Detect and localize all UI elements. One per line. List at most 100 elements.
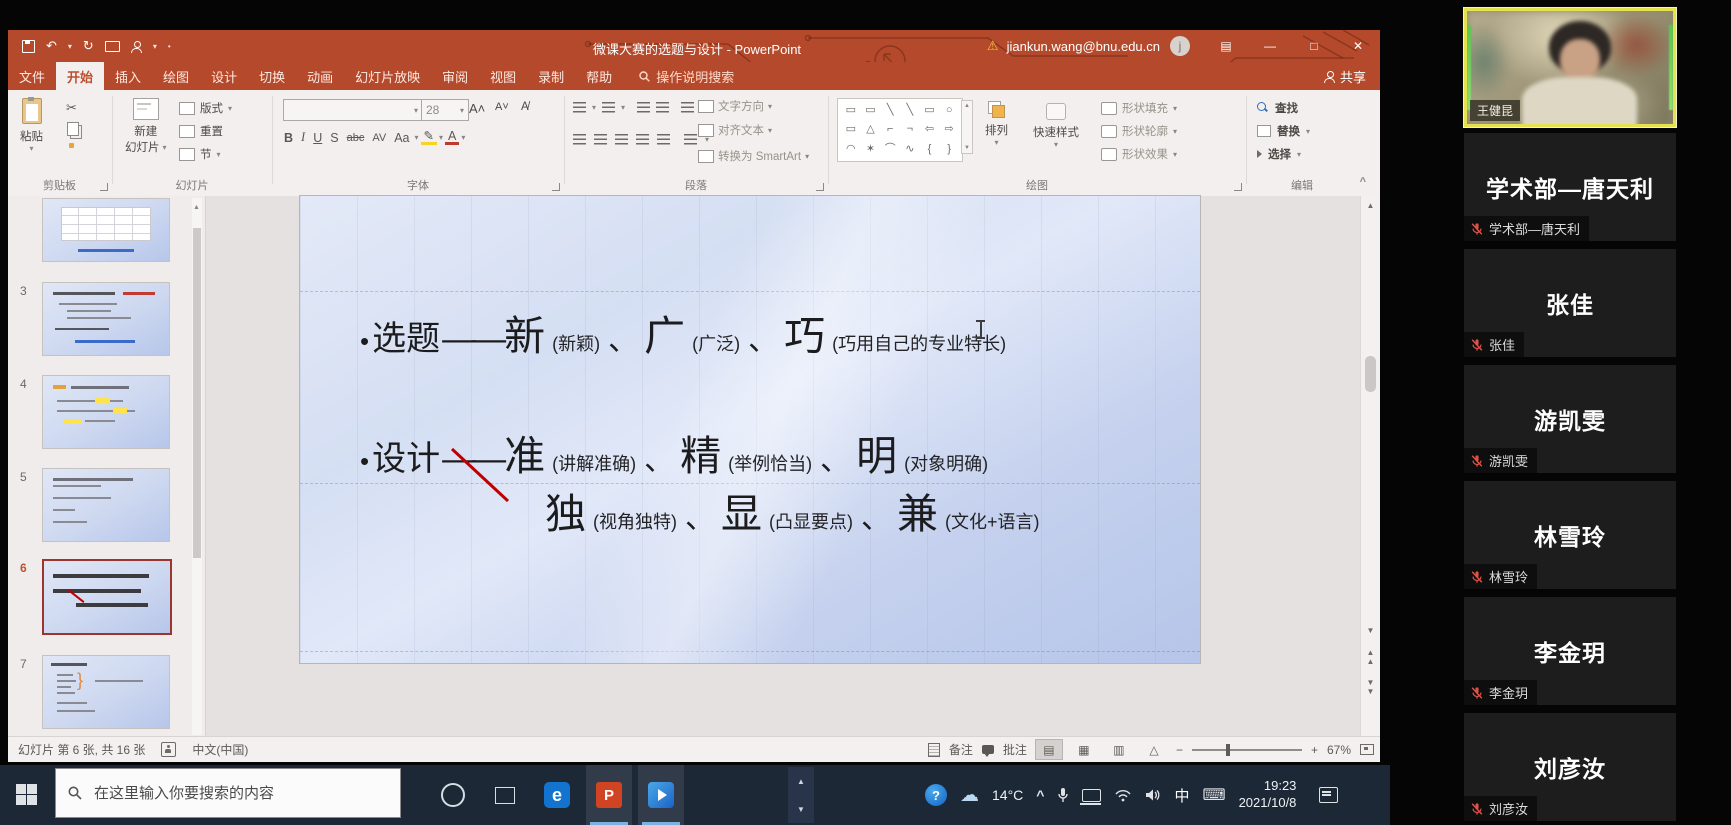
cortana-button[interactable] <box>430 765 476 825</box>
previous-slide-button[interactable]: ▲▲ <box>1361 648 1380 666</box>
font-dialog-launcher-icon[interactable] <box>552 183 560 191</box>
numbered-list-caret-icon[interactable]: ▾ <box>621 103 625 112</box>
tell-me-search[interactable]: 操作说明搜索 <box>639 62 734 90</box>
tab-home[interactable]: 开始 <box>56 62 104 90</box>
edge-button[interactable]: e <box>534 765 580 825</box>
reset-button[interactable]: 重置 <box>179 123 223 139</box>
undo-caret-icon[interactable]: ▾ <box>68 42 72 51</box>
tab-file[interactable]: 文件 <box>8 62 56 90</box>
slide-number-5[interactable]: 5 <box>20 470 27 484</box>
shape-elbow2-icon[interactable]: ¬ <box>907 123 913 136</box>
highlight-caret-icon[interactable]: ▾ <box>439 133 443 142</box>
scroll-down-icon[interactable]: ▼ <box>797 805 805 814</box>
find-button[interactable]: 查找 <box>1257 100 1298 116</box>
shape-curve-icon[interactable]: ⌒ <box>885 143 896 156</box>
warning-icon[interactable]: ⚠ <box>987 38 999 54</box>
notes-icon[interactable] <box>928 743 940 757</box>
slide-thumbnail-5[interactable] <box>42 468 170 542</box>
ime-indicator[interactable]: 中 <box>1174 785 1189 806</box>
shape-textbox-icon[interactable]: ▭ <box>846 104 856 117</box>
zoom-in-button[interactable]: + <box>1311 743 1318 757</box>
slide-thumbnail-3[interactable] <box>42 282 170 356</box>
align-center-icon[interactable] <box>594 134 607 145</box>
tab-transitions[interactable]: 切换 <box>248 62 296 90</box>
increase-font-icon[interactable]: A˄ <box>469 101 485 116</box>
notes-button[interactable]: 备注 <box>949 741 973 758</box>
tab-animations[interactable]: 动画 <box>296 62 344 90</box>
participant-tile[interactable]: 林雪玲 林雪玲 <box>1464 481 1676 589</box>
paragraph-dialog-launcher-icon[interactable] <box>816 183 824 191</box>
zoom-slider-thumb[interactable] <box>1226 744 1230 756</box>
shape-line-icon[interactable]: ╲ <box>887 104 894 117</box>
shape-textbox2-icon[interactable]: ▭ <box>865 104 875 117</box>
maximize-button[interactable]: □ <box>1292 30 1336 62</box>
participant-tile[interactable]: 刘彦汝 刘彦汝 <box>1464 713 1676 821</box>
qat-more-icon[interactable]: • <box>168 42 171 51</box>
font-size-combobox[interactable]: 28▾ <box>421 99 469 121</box>
shape-outline-button[interactable]: 形状轮廓 ▾ <box>1101 123 1177 139</box>
slide-number-3[interactable]: 3 <box>20 284 27 298</box>
zoom-slider[interactable] <box>1192 749 1302 751</box>
shape-triangle-icon[interactable]: △ <box>866 123 874 136</box>
participant-tile[interactable]: 游凯雯 游凯雯 <box>1464 365 1676 473</box>
quick-styles-button[interactable]: 快速样式 ▾ <box>1033 100 1079 149</box>
italic-button[interactable]: I <box>298 130 308 145</box>
zoom-percentage[interactable]: 67% <box>1327 743 1351 757</box>
device-tray-icon[interactable] <box>1082 789 1101 802</box>
thumbnail-scroll-up-icon[interactable]: ▲ <box>193 204 200 211</box>
change-case-caret-icon[interactable]: ▾ <box>414 133 418 142</box>
account-avatar[interactable]: j <box>1170 36 1190 56</box>
paste-button[interactable]: 粘贴 ▾ <box>20 98 43 153</box>
cut-icon[interactable]: ✂ <box>66 100 77 116</box>
start-slideshow-icon[interactable] <box>105 41 120 52</box>
qat-caret-icon[interactable]: ▾ <box>153 42 157 51</box>
section-button[interactable]: 节 ▾ <box>179 146 221 162</box>
copy-icon[interactable] <box>67 122 79 136</box>
tab-insert[interactable]: 插入 <box>104 62 152 90</box>
shapes-gallery[interactable]: ▭ ▭ ╲ ╲ ▭ ○ ▭ △ ⌐ ¬ ⇦ ⇨ ◠ ✶ ⌒ ∿ { <box>837 98 963 162</box>
weather-temperature[interactable]: 14°C <box>992 787 1023 803</box>
taskbar-scroll-buttons[interactable]: ▲ ▼ <box>788 767 814 823</box>
speaker-video-tile[interactable]: 王健昆 <box>1464 8 1676 127</box>
shape-arrow-right-icon[interactable]: ⇨ <box>945 123 954 136</box>
action-center-icon[interactable] <box>1319 787 1338 803</box>
accessibility-icon[interactable] <box>161 742 176 757</box>
normal-view-button[interactable]: ▤ <box>1036 740 1062 759</box>
thumbnail-scrollbar-thumb[interactable] <box>193 228 201 558</box>
slide-scrollbar[interactable]: ▲ ▼ ▲▲ ▼▼ <box>1360 196 1380 737</box>
tab-view[interactable]: 视图 <box>479 62 527 90</box>
character-spacing-button[interactable]: AV <box>369 132 389 144</box>
tab-review[interactable]: 审阅 <box>431 62 479 90</box>
slide-number-7[interactable]: 7 <box>20 657 27 671</box>
shape-scribble-icon[interactable]: ∿ <box>905 143 914 156</box>
line-spacing-icon[interactable] <box>681 102 694 113</box>
video-app-taskbar-button[interactable] <box>638 765 684 825</box>
bold-button[interactable]: B <box>281 131 296 145</box>
align-left-icon[interactable] <box>573 134 586 145</box>
increase-indent-icon[interactable] <box>656 102 669 113</box>
shape-fill-button[interactable]: 形状填充 ▾ <box>1101 100 1177 116</box>
shapes-gallery-scrollbar[interactable]: ▲ ▼ <box>961 100 973 154</box>
bullet-list-caret-icon[interactable]: ▾ <box>592 103 596 112</box>
zoom-out-button[interactable]: − <box>1176 743 1183 757</box>
powerpoint-taskbar-button[interactable]: P <box>586 765 632 825</box>
underline-button[interactable]: U <box>310 131 325 145</box>
clear-formatting-icon[interactable]: A̸ <box>521 101 529 113</box>
participant-tile[interactable]: 李金玥 李金玥 <box>1464 597 1676 705</box>
language-status[interactable]: 中文(中国) <box>192 741 248 758</box>
start-button[interactable] <box>16 784 37 805</box>
hidden-icons-chevron[interactable]: ^ <box>1036 787 1044 803</box>
next-slide-button[interactable]: ▼▼ <box>1361 678 1380 696</box>
tab-design[interactable]: 设计 <box>200 62 248 90</box>
bullet-list-icon[interactable] <box>573 102 586 113</box>
drawing-dialog-launcher-icon[interactable] <box>1234 183 1242 191</box>
share-contact-icon[interactable] <box>131 41 142 52</box>
slide-thumbnail-2[interactable] <box>42 198 170 262</box>
shape-arrow-line-icon[interactable]: ╲ <box>907 104 914 117</box>
shape-star-icon[interactable]: ✶ <box>866 143 875 156</box>
shape-elbow-icon[interactable]: ⌐ <box>887 123 893 136</box>
weather-cloud-icon[interactable]: ☁ <box>960 784 979 807</box>
participant-tile[interactable]: 学术部—唐天利 学术部—唐天利 <box>1464 133 1676 241</box>
shape-brace-left-icon[interactable]: { <box>928 143 932 156</box>
slide-text-line3[interactable]: 独 (视角独特) 、 显 (凸显要点) 、 兼 (文化+语言) <box>545 480 1042 540</box>
